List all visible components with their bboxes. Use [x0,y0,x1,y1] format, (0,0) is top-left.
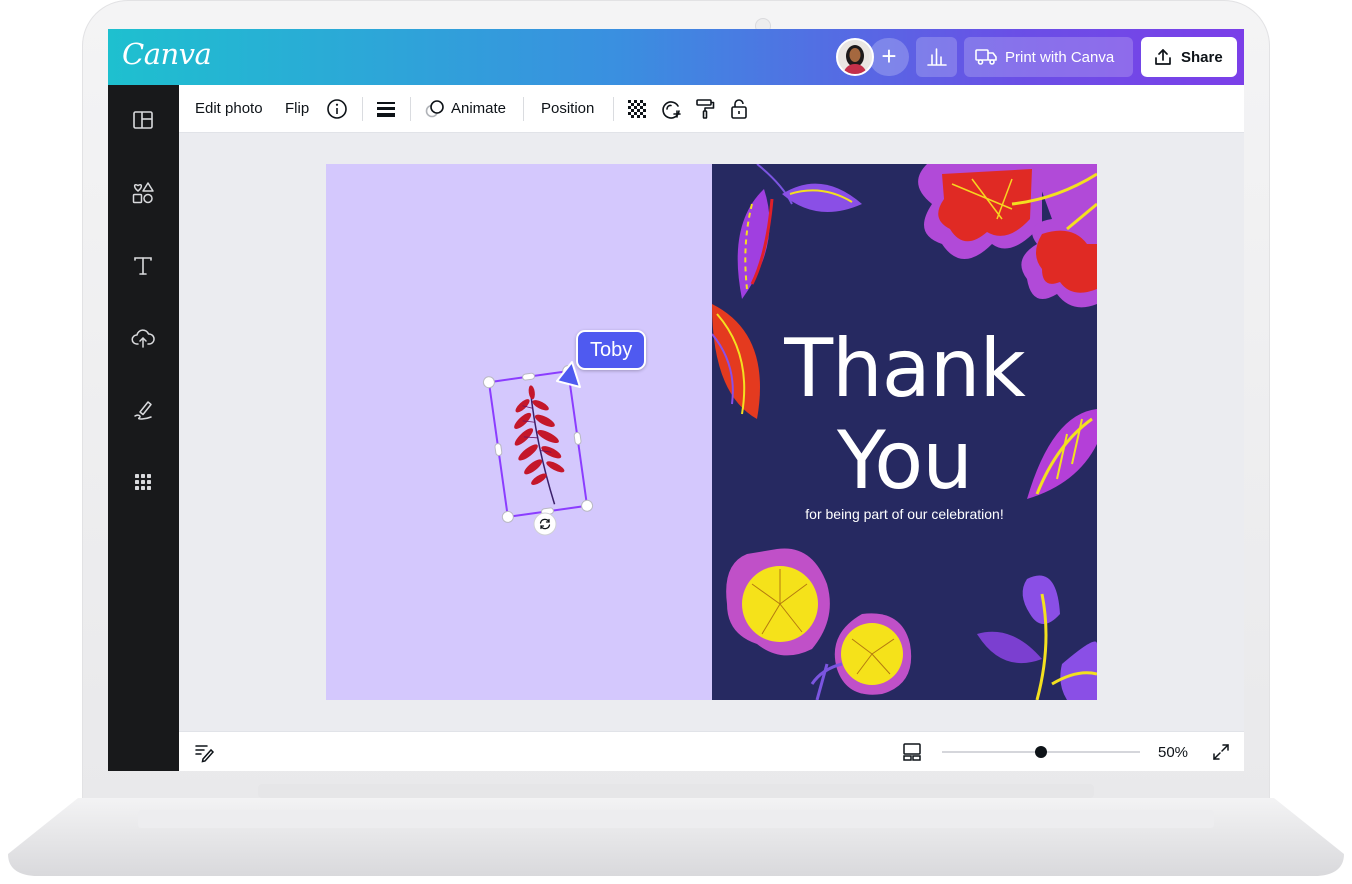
animate-button[interactable]: Animate [451,100,506,117]
bar-chart-icon [927,48,947,66]
card-right-page[interactable]: Thank You for being part of our celebrat… [712,164,1097,700]
canva-logo[interactable]: Canva [122,37,212,71]
top-bar: Canva + Print with Canva Share [108,29,1244,85]
edit-photo-button[interactable]: Edit photo [195,100,263,117]
zoom-percentage[interactable]: 50% [1158,744,1188,761]
sidebar-item-apps[interactable] [130,469,156,495]
transparency-icon[interactable] [625,97,649,121]
text-icon [134,257,152,275]
animate-icon[interactable] [423,97,447,121]
elements-icon [132,182,154,204]
upload-cloud-icon [131,329,155,348]
collaborator-name-tag: Toby [576,330,647,370]
rotate-handle-icon[interactable] [533,512,557,536]
sidebar-item-text[interactable] [130,253,156,279]
layout-icon [133,111,153,129]
context-toolbar: Edit photo Flip Animate Position [179,85,1244,133]
effects-icon[interactable] [659,97,683,121]
app-screen: Canva + Print with Canva Share Edit phot… [108,29,1244,771]
toolbar-divider [362,97,363,121]
page-view-icon[interactable] [901,741,923,763]
print-label: Print with Canva [1005,49,1115,66]
sidebar-item-elements[interactable] [130,180,156,206]
fullscreen-icon[interactable] [1211,742,1231,762]
print-with-canva-button[interactable]: Print with Canva [964,37,1133,77]
leaf-illustration [514,385,565,505]
share-button[interactable]: Share [1141,37,1237,77]
card-subtitle[interactable]: for being part of our celebration! [712,506,1097,522]
line-weight-icon[interactable] [374,97,398,121]
toolbar-divider [410,97,411,121]
info-icon[interactable] [325,97,349,121]
laptop-base [8,784,1344,876]
toolbar-divider [613,97,614,121]
add-collaborator-button[interactable]: + [869,38,909,76]
notes-icon[interactable] [193,741,215,763]
insights-button[interactable] [916,37,957,77]
sidebar-item-uploads[interactable] [130,325,156,351]
sidebar-item-draw[interactable] [130,397,156,423]
position-button[interactable]: Position [541,100,594,117]
card-title-line-2[interactable]: You [712,414,1097,507]
design-canvas[interactable]: Thank You for being part of our celebrat… [326,164,1097,700]
truck-icon [975,49,997,65]
toolbar-divider [523,97,524,121]
share-upload-icon [1155,49,1171,65]
apps-grid-icon [135,474,151,490]
draw-icon [134,401,152,420]
left-sidebar [108,85,179,771]
flip-button[interactable]: Flip [285,100,309,117]
sidebar-item-design[interactable] [130,107,156,133]
zoom-slider[interactable] [940,741,1142,763]
card-title-line-1[interactable]: Thank [712,322,1097,415]
share-label: Share [1181,49,1223,66]
bottom-bar: 50% [179,731,1244,771]
zoom-slider-thumb[interactable] [1035,746,1047,758]
lock-icon[interactable] [727,97,751,121]
paint-roller-icon[interactable] [693,97,717,121]
